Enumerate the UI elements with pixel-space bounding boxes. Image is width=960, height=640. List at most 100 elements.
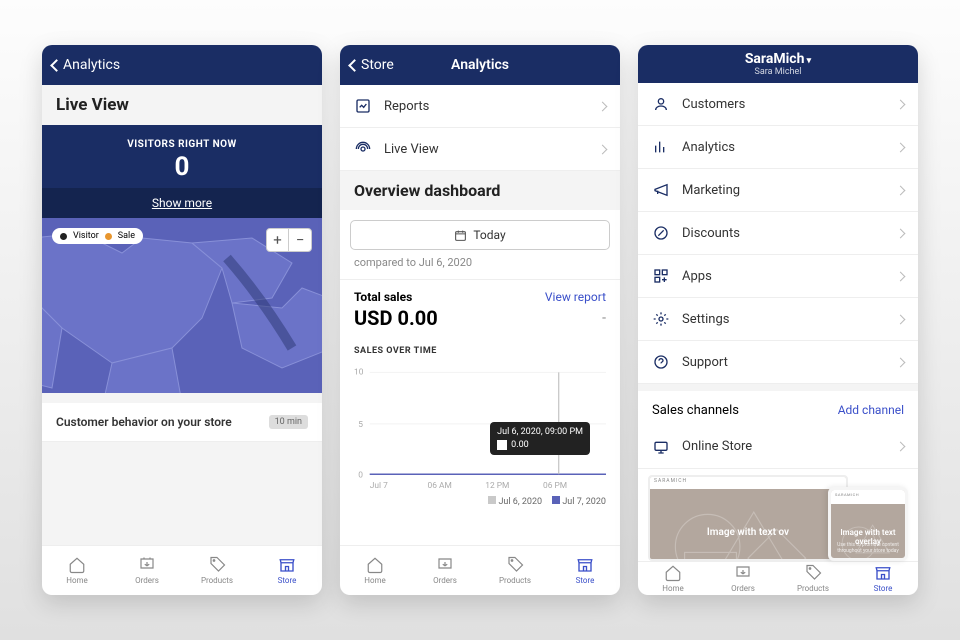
tab-bar: Home Orders Products Store	[638, 561, 918, 595]
chart-tooltip: Jul 6, 2020, 09:00 PM 0.00	[490, 422, 590, 455]
svg-text:12 PM: 12 PM	[485, 481, 509, 491]
spacer	[42, 393, 322, 403]
menu-label: Apps	[682, 269, 885, 284]
chevron-right-icon	[896, 357, 906, 367]
overview-title: Overview dashboard	[340, 171, 620, 210]
visitor-dot-icon	[60, 233, 67, 240]
orders-icon	[436, 556, 454, 574]
date-picker[interactable]: Today	[350, 220, 610, 250]
user-full-name: Sara Michel	[638, 67, 918, 77]
tab-bar: Home Orders Products Store	[340, 545, 620, 595]
menu-live-view[interactable]: Live View	[340, 128, 620, 171]
preview-mobile: SARAMICH Image with text overlay Use thi…	[828, 487, 908, 562]
menu-marketing[interactable]: Marketing	[638, 169, 918, 212]
channel-label: Online Store	[682, 439, 885, 454]
tab-orders[interactable]: Orders	[112, 546, 182, 595]
compared-text: compared to Jul 6, 2020	[340, 256, 620, 279]
tab-label: Home	[66, 576, 88, 585]
store-preview[interactable]: SARAMICH Image with text ov SARAMICH Ima…	[648, 475, 908, 562]
gear-icon	[652, 310, 670, 328]
legend-label: Jul 7, 2020	[562, 497, 606, 507]
menu-customers[interactable]: Customers	[638, 83, 918, 126]
user-header[interactable]: SaraMich Sara Michel	[638, 45, 918, 83]
show-more-link[interactable]: Show more	[42, 188, 322, 218]
channel-online-store[interactable]: Online Store	[638, 426, 918, 469]
view-report-link[interactable]: View report	[545, 290, 606, 304]
svg-text:06 AM: 06 AM	[428, 481, 452, 491]
legend-label: Jul 6, 2020	[498, 497, 542, 507]
chevron-right-icon	[896, 99, 906, 109]
behavior-row[interactable]: Customer behavior on your store 10 min	[42, 403, 322, 442]
visitors-hero: VISITORS RIGHT NOW 0	[42, 125, 322, 188]
calendar-icon	[454, 229, 467, 242]
sales-channels-label: Sales channels	[652, 403, 739, 418]
customers-icon	[652, 95, 670, 113]
menu-apps[interactable]: Apps	[638, 255, 918, 298]
geom-icon	[650, 489, 846, 562]
tab-products[interactable]: Products	[182, 546, 252, 595]
spacer	[42, 442, 322, 545]
sales-chart: 10 5 0 Jul 7 06 AM 12 PM 06 PM Jul 6, 20…	[340, 362, 620, 492]
tab-products[interactable]: Products	[480, 546, 550, 595]
menu-label: Customers	[682, 97, 885, 112]
tab-label: Store	[278, 576, 297, 585]
tab-label: Products	[797, 584, 829, 593]
add-channel-link[interactable]: Add channel	[838, 403, 904, 418]
live-icon	[354, 140, 372, 158]
menu-analytics[interactable]: Analytics	[638, 126, 918, 169]
analytics-icon	[652, 138, 670, 156]
back-button[interactable]: Analytics	[52, 57, 120, 73]
tab-store[interactable]: Store	[550, 546, 620, 595]
home-icon	[664, 564, 682, 582]
svg-text:10: 10	[354, 368, 364, 378]
tab-home[interactable]: Home	[42, 546, 112, 595]
phone-live-view: Analytics Live View VISITORS RIGHT NOW 0…	[42, 45, 322, 595]
sale-dot-icon	[105, 233, 112, 240]
menu-label: Support	[682, 355, 885, 370]
home-icon	[68, 556, 86, 574]
preview-brand: SARAMICH	[654, 478, 687, 484]
zoom-out-button[interactable]: −	[289, 229, 311, 251]
online-store-icon	[652, 438, 670, 456]
visitors-count: 0	[42, 152, 322, 182]
tab-home[interactable]: Home	[638, 562, 708, 595]
chevron-left-icon	[50, 59, 63, 72]
tab-orders[interactable]: Orders	[410, 546, 480, 595]
svg-text:06 PM: 06 PM	[543, 481, 567, 491]
menu-discounts[interactable]: Discounts	[638, 212, 918, 255]
live-map[interactable]: Visitor Sale + −	[42, 218, 322, 393]
chevron-right-icon	[896, 442, 906, 452]
reports-icon	[354, 97, 372, 115]
menu-support[interactable]: Support	[638, 341, 918, 384]
tab-orders[interactable]: Orders	[708, 562, 778, 595]
zoom-in-button[interactable]: +	[267, 229, 289, 251]
tab-home[interactable]: Home	[340, 546, 410, 595]
back-button[interactable]: Store	[350, 57, 394, 73]
preview-overlay-sub: Use this to promote contentthroughout yo…	[831, 542, 905, 555]
visitors-label: VISITORS RIGHT NOW	[42, 139, 322, 150]
menu-label: Analytics	[682, 140, 885, 155]
orders-icon	[138, 556, 156, 574]
store-icon	[874, 564, 892, 582]
navbar: Store Analytics	[340, 45, 620, 85]
sales-channels-header: Sales channels Add channel	[638, 391, 918, 426]
tab-store[interactable]: Store	[252, 546, 322, 595]
chart-title: SALES OVER TIME	[340, 340, 620, 362]
chevron-right-icon	[896, 185, 906, 195]
tab-products[interactable]: Products	[778, 562, 848, 595]
menu-reports[interactable]: Reports	[340, 85, 620, 128]
swatch-icon	[552, 496, 560, 504]
orders-icon	[734, 564, 752, 582]
tag-icon	[506, 556, 524, 574]
chevron-right-icon	[598, 101, 608, 111]
svg-text:5: 5	[358, 420, 363, 430]
tab-store[interactable]: Store	[848, 562, 918, 595]
tab-label: Orders	[731, 584, 755, 593]
store-name: SaraMich	[638, 51, 918, 67]
page-title: Live View	[42, 85, 322, 125]
date-label: Today	[473, 228, 505, 242]
store-icon	[576, 556, 594, 574]
tab-label: Products	[499, 576, 531, 585]
menu-settings[interactable]: Settings	[638, 298, 918, 341]
tab-label: Orders	[135, 576, 159, 585]
